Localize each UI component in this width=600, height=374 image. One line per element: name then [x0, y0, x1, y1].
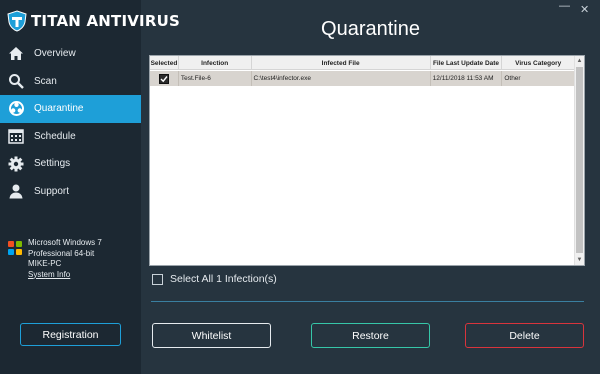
windows-logo-icon — [8, 241, 22, 255]
gear-icon — [7, 155, 25, 173]
sidebar: TITAN ANTIVIRUS Overview Scan Quarantine… — [0, 0, 180, 374]
scroll-up-icon[interactable]: ▲ — [575, 56, 584, 66]
date-cell: 12/11/2018 11:53 AM — [431, 71, 503, 86]
whitelist-button[interactable]: Whitelist — [152, 323, 271, 348]
system-info: Microsoft Windows 7 Professional 64-bit … — [8, 238, 138, 280]
column-header-date[interactable]: File Last Update Date — [431, 56, 503, 70]
category-cell: Other — [504, 75, 521, 82]
search-icon — [7, 72, 25, 90]
column-header-infection[interactable]: Infection — [179, 56, 252, 70]
minimize-button[interactable]: — — [559, 0, 570, 12]
scroll-down-icon[interactable]: ▼ — [575, 255, 584, 265]
calendar-icon — [7, 127, 25, 145]
sidebar-nav: Overview Scan Quarantine Schedule Settin… — [0, 40, 141, 205]
sidebar-item-label: Settings — [34, 158, 71, 170]
os-edition: Professional 64-bit — [28, 248, 95, 258]
sidebar-item-support[interactable]: Support — [0, 178, 141, 206]
select-all-label: Select All 1 Infection(s) — [170, 273, 277, 285]
os-name: Microsoft Windows 7 — [28, 238, 102, 247]
column-header-category[interactable]: Virus Category — [502, 56, 574, 70]
sidebar-item-label: Overview — [34, 48, 76, 60]
select-all-checkbox[interactable]: Select All 1 Infection(s) — [152, 273, 277, 285]
quarantine-table: Selected Infection Infected File File La… — [149, 55, 585, 266]
table-header: Selected Infection Infected File File La… — [150, 56, 574, 70]
machine-name: MIKE-PC — [28, 259, 62, 268]
row-select-cell — [150, 71, 179, 86]
sidebar-item-label: Schedule — [34, 130, 76, 142]
home-icon — [7, 45, 25, 63]
sidebar-item-schedule[interactable]: Schedule — [0, 123, 141, 151]
sidebar-item-label: Quarantine — [34, 103, 84, 115]
system-info-text: Microsoft Windows 7 Professional 64-bit … — [28, 238, 102, 280]
restore-button[interactable]: Restore — [311, 323, 430, 348]
column-header-infected-file[interactable]: Infected File — [252, 56, 431, 70]
system-info-link[interactable]: System Info — [28, 270, 102, 281]
sidebar-item-overview[interactable]: Overview — [0, 40, 141, 68]
row-checkbox[interactable] — [158, 73, 169, 84]
close-button[interactable]: ✕ — [580, 3, 589, 16]
page-title: Quarantine — [321, 18, 420, 40]
column-header-selected[interactable]: Selected — [150, 56, 179, 70]
select-all-box[interactable] — [152, 273, 163, 285]
delete-button[interactable]: Delete — [465, 323, 584, 348]
registration-button[interactable]: Registration — [20, 323, 121, 346]
check-icon — [160, 75, 168, 82]
divider — [151, 301, 584, 302]
scrollbar-track[interactable] — [576, 67, 583, 253]
shield-logo-icon — [6, 10, 28, 32]
sidebar-item-quarantine[interactable]: Quarantine — [0, 95, 141, 123]
infection-cell: Test.File-6 — [179, 71, 252, 86]
sidebar-item-label: Scan — [34, 75, 57, 87]
infected-file-cell: C:\test4\infector.exe — [252, 71, 431, 86]
sidebar-item-label: Support — [34, 185, 70, 197]
table-row[interactable]: Test.File-6 C:\test4\infector.exe 12/11/… — [150, 71, 574, 86]
biohazard-icon — [7, 100, 25, 118]
sidebar-item-scan[interactable]: Scan — [0, 68, 141, 96]
sidebar-item-settings[interactable]: Settings — [0, 150, 141, 178]
user-icon — [7, 182, 25, 200]
table-scrollbar[interactable]: ▲ ▼ — [574, 56, 584, 265]
